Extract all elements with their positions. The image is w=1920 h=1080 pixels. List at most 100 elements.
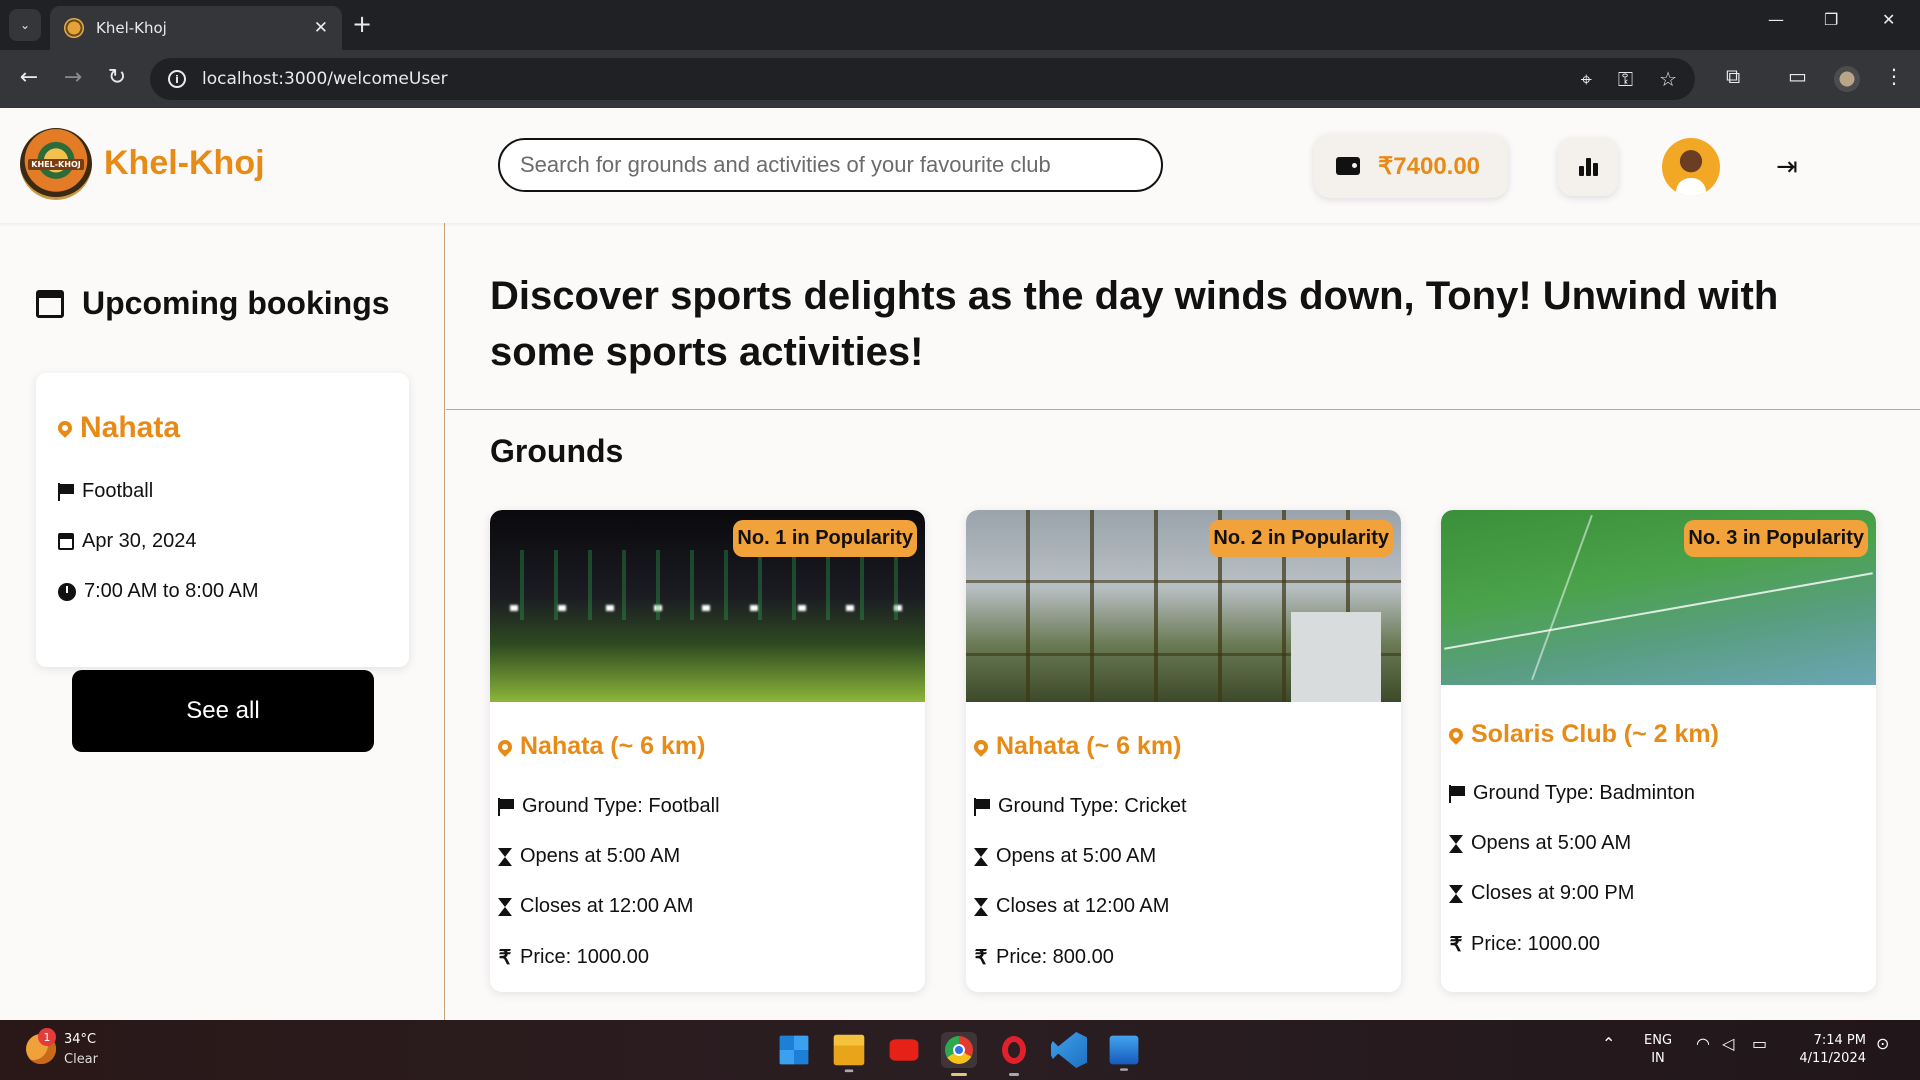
tab-close-icon[interactable]: ✕ [314,18,328,38]
clock-date: 4/11/2024 [1799,1051,1866,1066]
ground-opens: Opens at 5:00 AM [996,845,1157,867]
app-indicator [1120,1068,1128,1071]
ground-closes-row: Closes at 12:00 AM [498,895,693,918]
hourglass-icon [498,897,512,916]
booking-place-name: Nahata [80,411,181,444]
hourglass-icon [1449,834,1463,853]
ground-card[interactable]: No. 1 in Popularity Nahata (~ 6 km) Grou… [490,510,925,992]
ground-closes: Closes at 12:00 AM [996,895,1170,917]
clock-time: 7:14 PM [1813,1033,1866,1048]
booking-sport: Football [82,480,154,502]
ground-type: Ground Type: Cricket [998,795,1187,817]
battery-icon[interactable]: ▭ [1752,1034,1767,1053]
tab-search-button[interactable]: ⌄ [9,9,41,41]
browser-tab[interactable]: Khel-Khoj ✕ [50,6,342,50]
app-indicator [951,1073,967,1076]
weather-notification-badge: 1 [38,1028,56,1046]
cast-icon[interactable]: ▭ [1788,64,1807,88]
location-icon[interactable]: ⌖ [1581,67,1592,91]
word-icon[interactable] [1109,1035,1139,1071]
minimize-icon[interactable]: — [1768,10,1784,29]
system-clock[interactable]: 7:14 PM 4/11/2024 [1796,1032,1866,1068]
hourglass-icon [1449,884,1463,903]
windows-start-icon[interactable] [779,1035,809,1065]
booking-time-row: 7:00 AM to 8:00 AM [58,580,259,603]
ground-opens-row: Opens at 5:00 AM [1449,832,1631,855]
calendar-icon [58,533,74,550]
wifi-icon[interactable]: ◠ [1696,1034,1710,1053]
user-avatar[interactable] [1662,138,1720,196]
youtube-icon[interactable] [889,1039,919,1061]
reload-icon[interactable]: ↻ [102,64,132,92]
divider [446,409,1920,410]
address-bar[interactable]: i localhost:3000/welcomeUser ⌖ ⚿ ☆ [150,58,1695,100]
ground-type: Ground Type: Badminton [1473,782,1695,804]
booking-date-row: Apr 30, 2024 [58,530,197,553]
opera-icon[interactable] [996,1032,1032,1076]
khel-khoj-logo[interactable]: KHEL-KHOJ [20,128,92,200]
wallet-balance-button[interactable]: ₹7400.00 [1314,134,1508,198]
stats-button[interactable] [1558,138,1618,196]
location-pin-icon [971,736,991,757]
upcoming-bookings-header: Upcoming bookings [36,285,390,322]
app-indicator [1064,1073,1074,1076]
extensions-icon[interactable]: ⧉ [1726,64,1740,88]
ground-place: Nahata (~ 6 km) [495,732,706,761]
ground-type: Ground Type: Football [522,795,720,817]
ground-card[interactable]: No. 3 in Popularity Solaris Club (~ 2 km… [1441,510,1876,992]
new-tab-button[interactable]: + [352,12,372,36]
weather-condition[interactable]: Clear [64,1052,98,1067]
ground-price-row: ₹ Price: 800.00 [974,945,1114,970]
weather-temperature[interactable]: 34°C [64,1032,96,1047]
ground-type-row: Ground Type: Football [498,795,720,818]
rupee-icon: ₹ [1449,934,1463,956]
clock-icon [58,582,76,601]
language-indicator[interactable]: ENG IN [1644,1032,1672,1068]
flag-icon [498,797,514,816]
hourglass-icon [974,897,988,916]
booking-card[interactable]: Nahata Football Apr 30, 2024 7:00 AM to … [36,373,409,667]
search-input[interactable] [498,138,1163,192]
location-pin-icon [495,736,515,757]
calendar-icon [36,289,64,318]
brand-name[interactable]: Khel-Khoj [104,144,265,183]
ground-closes-row: Closes at 12:00 AM [974,895,1169,918]
flag-icon [1449,784,1465,803]
tray-chevron-icon[interactable]: ⌃ [1602,1034,1615,1053]
ground-price: Price: 1000.00 [1471,933,1600,955]
ground-card[interactable]: No. 2 in Popularity Nahata (~ 6 km) Grou… [966,510,1401,992]
rupee-icon: ₹ [498,947,512,969]
hourglass-icon [498,847,512,866]
browser-menu-icon[interactable]: ⋮ [1884,64,1904,88]
upcoming-bookings-title: Upcoming bookings [82,285,390,321]
booking-place: Nahata [55,411,181,445]
popularity-badge: No. 1 in Popularity [733,520,917,557]
logout-icon[interactable]: ⇥ [1776,152,1798,182]
ground-price-row: ₹ Price: 1000.00 [498,945,649,970]
logo-text: KHEL-KHOJ [28,158,84,170]
url-text: localhost:3000/welcomeUser [202,69,448,89]
browser-profile-avatar[interactable] [1834,66,1860,92]
booking-sport-row: Football [58,480,153,503]
restore-icon[interactable]: ❐ [1824,10,1838,29]
notification-bell-icon[interactable]: ⊙ [1876,1034,1889,1053]
file-explorer-icon[interactable] [833,1034,865,1073]
app-header: KHEL-KHOJ Khel-Khoj ₹7400.00 ⇥ [0,108,1920,223]
site-info-icon[interactable]: i [168,70,186,88]
see-all-button[interactable]: See all [72,670,374,752]
back-icon[interactable]: ← [14,64,44,92]
ground-opens: Opens at 5:00 AM [520,845,681,867]
bar-chart-icon [1578,166,1584,176]
ground-place-name: Solaris Club (~ 2 km) [1471,720,1719,748]
hourglass-icon [974,847,988,866]
chrome-icon[interactable] [941,1032,977,1076]
vscode-icon[interactable] [1051,1032,1087,1068]
password-key-icon[interactable]: ⚿ [1618,67,1633,91]
tab-favicon-icon [64,18,84,38]
ground-opens-row: Opens at 5:00 AM [974,845,1156,868]
close-window-icon[interactable]: ✕ [1882,10,1895,29]
bookmark-star-icon[interactable]: ☆ [1659,67,1677,91]
forward-icon[interactable]: → [58,64,88,92]
ground-place: Solaris Club (~ 2 km) [1446,720,1719,749]
volume-icon[interactable]: ◁ [1722,1034,1734,1053]
